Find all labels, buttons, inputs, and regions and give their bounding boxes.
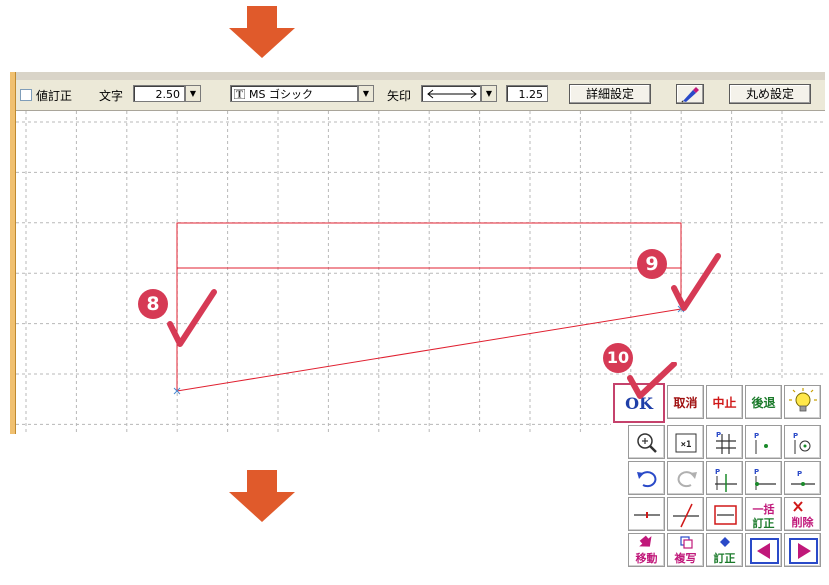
zoom-button[interactable] [628,425,665,459]
double-arrow-icon [427,89,477,99]
arrow-size-value: 1.25 [518,88,544,101]
copy-button[interactable]: 複写 [667,533,704,567]
font-dropdown[interactable]: ▼ [358,85,374,102]
arrow-style-dropdown[interactable]: ▼ [481,85,497,102]
grid-icon: P [716,431,736,454]
back-button[interactable]: 後退 [745,385,782,419]
svg-text:P: P [754,432,759,440]
svg-text:T: T [236,91,243,100]
svg-text:×1: ×1 [681,440,692,450]
mid-point-button[interactable]: P [784,461,821,495]
checkmark-icon [627,362,677,399]
line-mark-icon [634,512,660,518]
magnifier-icon [637,433,657,453]
scale-x1-icon: ×1 [675,433,697,453]
frame-line-button[interactable] [706,497,743,531]
text-label: 文字 [99,89,124,103]
mid-point-icon: P [791,470,815,486]
point-snap-button[interactable]: P [745,425,782,459]
end-point-icon: P [754,468,776,490]
text-size-value: 2.50 [155,88,181,101]
svg-text:P: P [715,468,720,476]
font-type-icon: T [234,89,245,99]
undo-icon [637,471,657,488]
down-arrow-icon [229,6,295,58]
triangle-right-icon [789,538,818,564]
text-size-dropdown[interactable]: ▼ [185,85,201,102]
line-mark-button[interactable] [628,497,665,531]
step-badge-10: 10 [603,343,633,373]
slash-line-button[interactable] [667,497,704,531]
arrow-label: 矢印 [387,89,412,103]
stop-button[interactable]: 中止 [706,385,743,419]
svg-text:P: P [797,470,802,478]
cross-point-button[interactable]: P [706,461,743,495]
previous-button[interactable] [745,533,782,567]
arrow-size-field[interactable]: 1.25 [506,85,548,102]
hint-button[interactable] [784,385,821,419]
svg-text:P: P [754,468,759,476]
triangle-left-icon [750,538,779,564]
font-name: MS ゴシック [249,88,313,101]
svg-text:P: P [793,432,798,440]
down-arrow-icon [229,470,295,522]
color-picker-button[interactable] [676,84,704,104]
redo-button[interactable] [667,461,704,495]
center-point-icon: P [793,432,811,454]
text-size-field[interactable]: 2.50 [133,85,185,102]
point-snap-icon: P [754,432,768,454]
eyedropper-icon [681,87,699,103]
round-settings-button[interactable]: 丸め設定 [729,84,811,104]
grid-point-button[interactable]: P [706,425,743,459]
arrow-style-field[interactable] [421,85,481,102]
command-palette: OK 取消 中止 後退 ×1 P P P P P P 一括 訂正 削除 移動 複… [611,381,827,581]
value-correct-checkbox[interactable] [20,89,32,101]
lightbulb-icon [789,388,817,412]
slash-line-icon [673,503,699,528]
frame-line-icon [714,505,737,525]
window-title-strip [16,72,825,80]
step-badge-8: 8 [138,289,168,319]
value-correct-label: 値訂正 [36,89,73,103]
checkmark-icon [167,289,217,347]
detail-settings-button[interactable]: 詳細設定 [569,84,651,104]
move-button[interactable]: 移動 [628,533,665,567]
delete-button[interactable]: 削除 [784,497,821,531]
checkmark-icon [671,253,721,311]
cross-point-icon: P [715,468,737,492]
undo-button[interactable] [628,461,665,495]
next-button[interactable] [784,533,821,567]
font-select[interactable]: T MS ゴシック [230,85,358,102]
step-badge-9: 9 [637,249,667,279]
redo-icon [677,471,697,488]
annotation-toolbar: 値訂正 文字 2.50 ▼ T MS ゴシック ▼ 矢印 ▼ 1.25 詳細設定 [16,80,825,111]
scale-one-button[interactable]: ×1 [667,425,704,459]
bulk-correct-button[interactable]: 一括 訂正 [745,497,782,531]
center-point-button[interactable]: P [784,425,821,459]
correct-button[interactable]: 訂正 [706,533,743,567]
end-point-button[interactable]: P [745,461,782,495]
svg-text:P: P [716,431,721,439]
